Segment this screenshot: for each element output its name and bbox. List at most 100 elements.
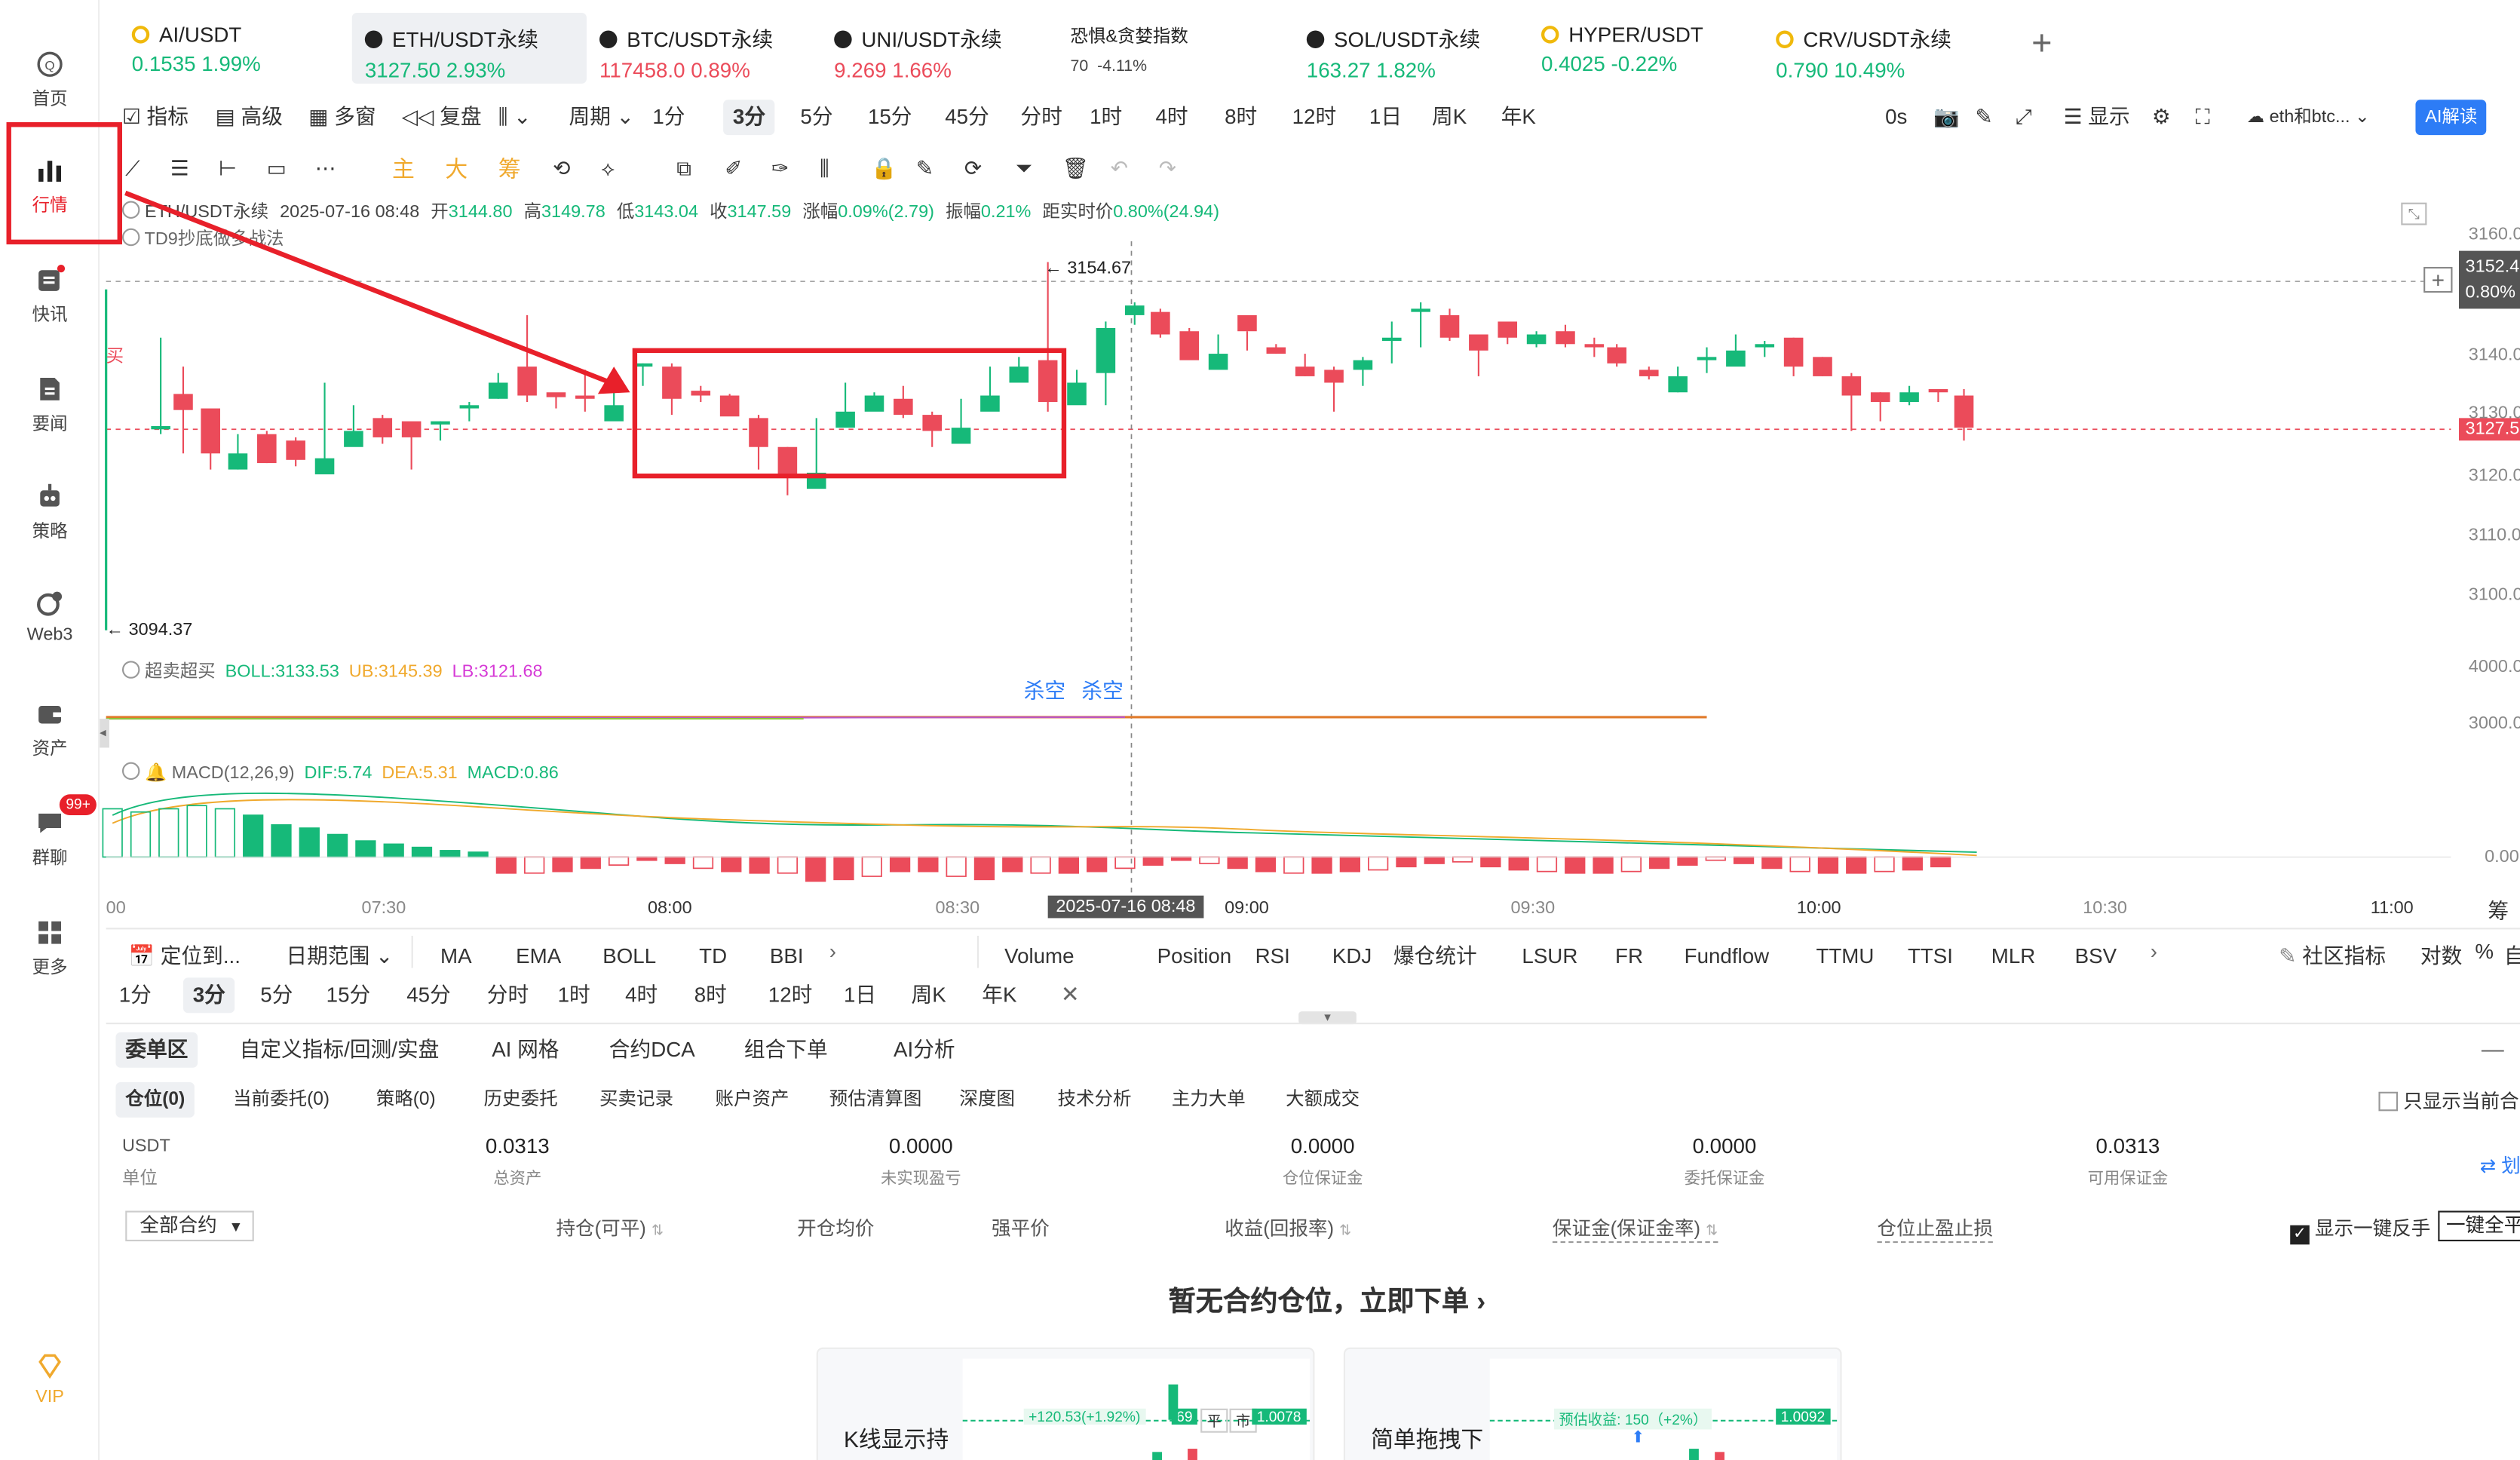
eye-icon[interactable] (121, 661, 140, 679)
period-tab[interactable]: 15分 (326, 977, 371, 1013)
position-sub-tab[interactable]: 历史委托 (484, 1082, 558, 1118)
date-range-dropdown[interactable]: 日期范围 ⌄ (286, 939, 393, 968)
main-indicator-option[interactable]: BBI (770, 939, 804, 974)
macd-bar (1142, 856, 1163, 866)
candle (344, 405, 363, 447)
promo-card-kline[interactable]: K线显示持仓情况 +120.53(+1.92%) 69 平 市 1.0078 (816, 1347, 1315, 1460)
boll-header[interactable]: 超卖超买 BOLL:3133.53 UB:3145.39 LB:3121.68 (121, 658, 543, 683)
period-tab[interactable]: 1时 (558, 977, 590, 1013)
only-current-label: 只显示当前合 (2403, 1090, 2519, 1113)
log-scale-button[interactable]: 对数 (2420, 939, 2462, 970)
transfer-link[interactable]: ⇄ 划 (2480, 1152, 2520, 1179)
close-icon[interactable]: ✕ (1061, 981, 1080, 1008)
time-tick: 00 (106, 898, 126, 919)
position-sub-tab[interactable]: 账户资产 (715, 1082, 789, 1118)
macd-macd-value: MACD:0.86 (467, 763, 559, 784)
position-sub-tab[interactable]: 仓位(0) (115, 1081, 195, 1118)
collapse-left-handle[interactable]: ◂ (100, 719, 109, 748)
order-tab[interactable]: AI分析 (894, 1032, 955, 1068)
close-all-button[interactable]: 一键全平 (2438, 1210, 2520, 1242)
price-tick: 3100.0 (2468, 585, 2520, 605)
position-sub-tab[interactable]: 预估清算图 (829, 1082, 922, 1118)
community-indicator-button[interactable]: ✎ 社区指标 (2279, 939, 2386, 970)
locate-button[interactable]: 📅 定位到... (129, 939, 241, 968)
candle (1928, 388, 1948, 403)
contract-filter-dropdown[interactable]: 全部合约 ▼ (125, 1210, 254, 1242)
macd-bar (1593, 856, 1614, 874)
macd-header[interactable]: 🔔 MACD(12,26,9) DIF:5.74 DEA:5.31 MACD:0… (121, 762, 559, 784)
empty-state-link[interactable]: 暂无合约仓位，立即下单 › (1169, 1278, 1486, 1318)
period-tab[interactable]: 年K (982, 977, 1016, 1013)
sub-indicator-option[interactable]: MLR (1991, 939, 2036, 974)
sub-indicator-option[interactable]: TTSI (1908, 939, 1953, 974)
add-alert-button[interactable]: + (2423, 266, 2453, 293)
promo-card-drag[interactable]: 简单拖拽下单止盈 预估收益: 150（+2%） 1.0092 ⬆ (1343, 1347, 1842, 1460)
main-indicator-option[interactable]: BOLL (602, 939, 656, 974)
minimize-icon[interactable]: — (2482, 1035, 2504, 1061)
boll-ub-value: UB:3145.39 (348, 662, 443, 682)
candle (286, 437, 305, 467)
sub-indicator-option[interactable]: 爆仓统计 (1393, 939, 1477, 974)
macd-bar (1536, 856, 1558, 873)
column-header[interactable]: 持仓(可平) ⇅ (556, 1214, 664, 1241)
order-tab[interactable]: 委单区 (115, 1032, 198, 1068)
column-header[interactable]: 保证金(保证金率) ⇅ (1552, 1214, 1718, 1244)
sub-indicator-option[interactable]: RSI (1255, 939, 1290, 974)
column-header: 开仓均价 (797, 1217, 875, 1240)
only-current-checkbox[interactable]: 只显示当前合 (2378, 1087, 2519, 1114)
position-sub-tab[interactable]: 主力大单 (1172, 1082, 1246, 1118)
sub-indicator-option[interactable]: Position (1157, 939, 1232, 974)
percent-scale-button[interactable]: % (2475, 939, 2494, 963)
period-tab[interactable]: 1日 (844, 977, 876, 1013)
chip-panel-toggle[interactable]: 筹 (2488, 894, 2509, 925)
period-tab[interactable]: 5分 (260, 977, 293, 1013)
sub-indicator-option[interactable]: TTMU (1816, 939, 1874, 974)
price-chart[interactable]: ← 3154.67 ← 3094.37 买 (0, 0, 2520, 933)
order-tab[interactable]: 自定义指标/回测/实盘 (240, 1032, 440, 1068)
sub-indicator-option[interactable]: LSUR (1522, 939, 1577, 974)
order-tab[interactable]: 组合下单 (744, 1032, 828, 1068)
macd-bar (299, 827, 320, 858)
order-tab[interactable]: AI 网格 (492, 1032, 559, 1068)
sub-indicator-option[interactable]: Fundflow (1685, 939, 1769, 974)
sidebar-item-vip[interactable]: VIP (0, 1351, 100, 1407)
reverse-checkbox[interactable]: ✓ 显示一键反手 (2290, 1214, 2430, 1245)
crosshair-price-tag: 3152.4 0.80% (2459, 250, 2520, 309)
position-sub-tab[interactable]: 深度图 (959, 1082, 1015, 1118)
eye-icon[interactable] (121, 762, 140, 781)
sort-icon: ⇅ (651, 1222, 664, 1238)
main-indicator-option[interactable]: MA (440, 939, 472, 974)
macd-bar (1255, 856, 1277, 873)
period-tab[interactable]: 4时 (625, 977, 658, 1013)
candle (719, 394, 740, 417)
position-sub-tab[interactable]: 大额成交 (1286, 1082, 1360, 1118)
preview-price-tag: 1.0078 (1252, 1408, 1306, 1425)
candle (1208, 334, 1228, 370)
position-sub-tab[interactable]: 策略(0) (376, 1082, 436, 1118)
chevron-right-icon[interactable]: › (2151, 939, 2157, 963)
preview-close-tag: 平 (1200, 1408, 1228, 1433)
period-tab[interactable]: 1分 (119, 977, 152, 1013)
sub-indicator-option[interactable]: Volume (1004, 939, 1074, 974)
order-tab[interactable]: 合约DCA (609, 1032, 695, 1068)
position-sub-tab[interactable]: 技术分析 (1057, 1082, 1131, 1118)
position-sub-tab[interactable]: 当前委托(0) (233, 1082, 330, 1118)
period-tab[interactable]: 周K (911, 977, 946, 1013)
main-indicator-option[interactable]: TD (699, 939, 727, 974)
position-sub-tab[interactable]: 买卖记录 (599, 1082, 673, 1118)
main-indicator-option[interactable]: EMA (516, 939, 561, 974)
sub-indicator-option[interactable]: BSV (2075, 939, 2117, 974)
candle (201, 408, 220, 470)
sub-indicator-option[interactable]: KDJ (1332, 939, 1372, 974)
candle (401, 421, 422, 470)
column-header[interactable]: 收益(回报率) ⇅ (1225, 1214, 1351, 1241)
period-tab[interactable]: 45分 (406, 977, 451, 1013)
period-tab[interactable]: 12时 (768, 977, 813, 1013)
period-tab[interactable]: 分时 (487, 977, 529, 1013)
bell-icon[interactable]: 🔔 (145, 764, 167, 784)
chevron-right-icon[interactable]: › (829, 939, 836, 963)
period-tab[interactable]: 3分 (182, 977, 235, 1014)
auto-scale-button[interactable]: 自 (2504, 939, 2520, 970)
sub-indicator-option[interactable]: FR (1615, 939, 1643, 974)
period-tab[interactable]: 8时 (694, 977, 727, 1013)
